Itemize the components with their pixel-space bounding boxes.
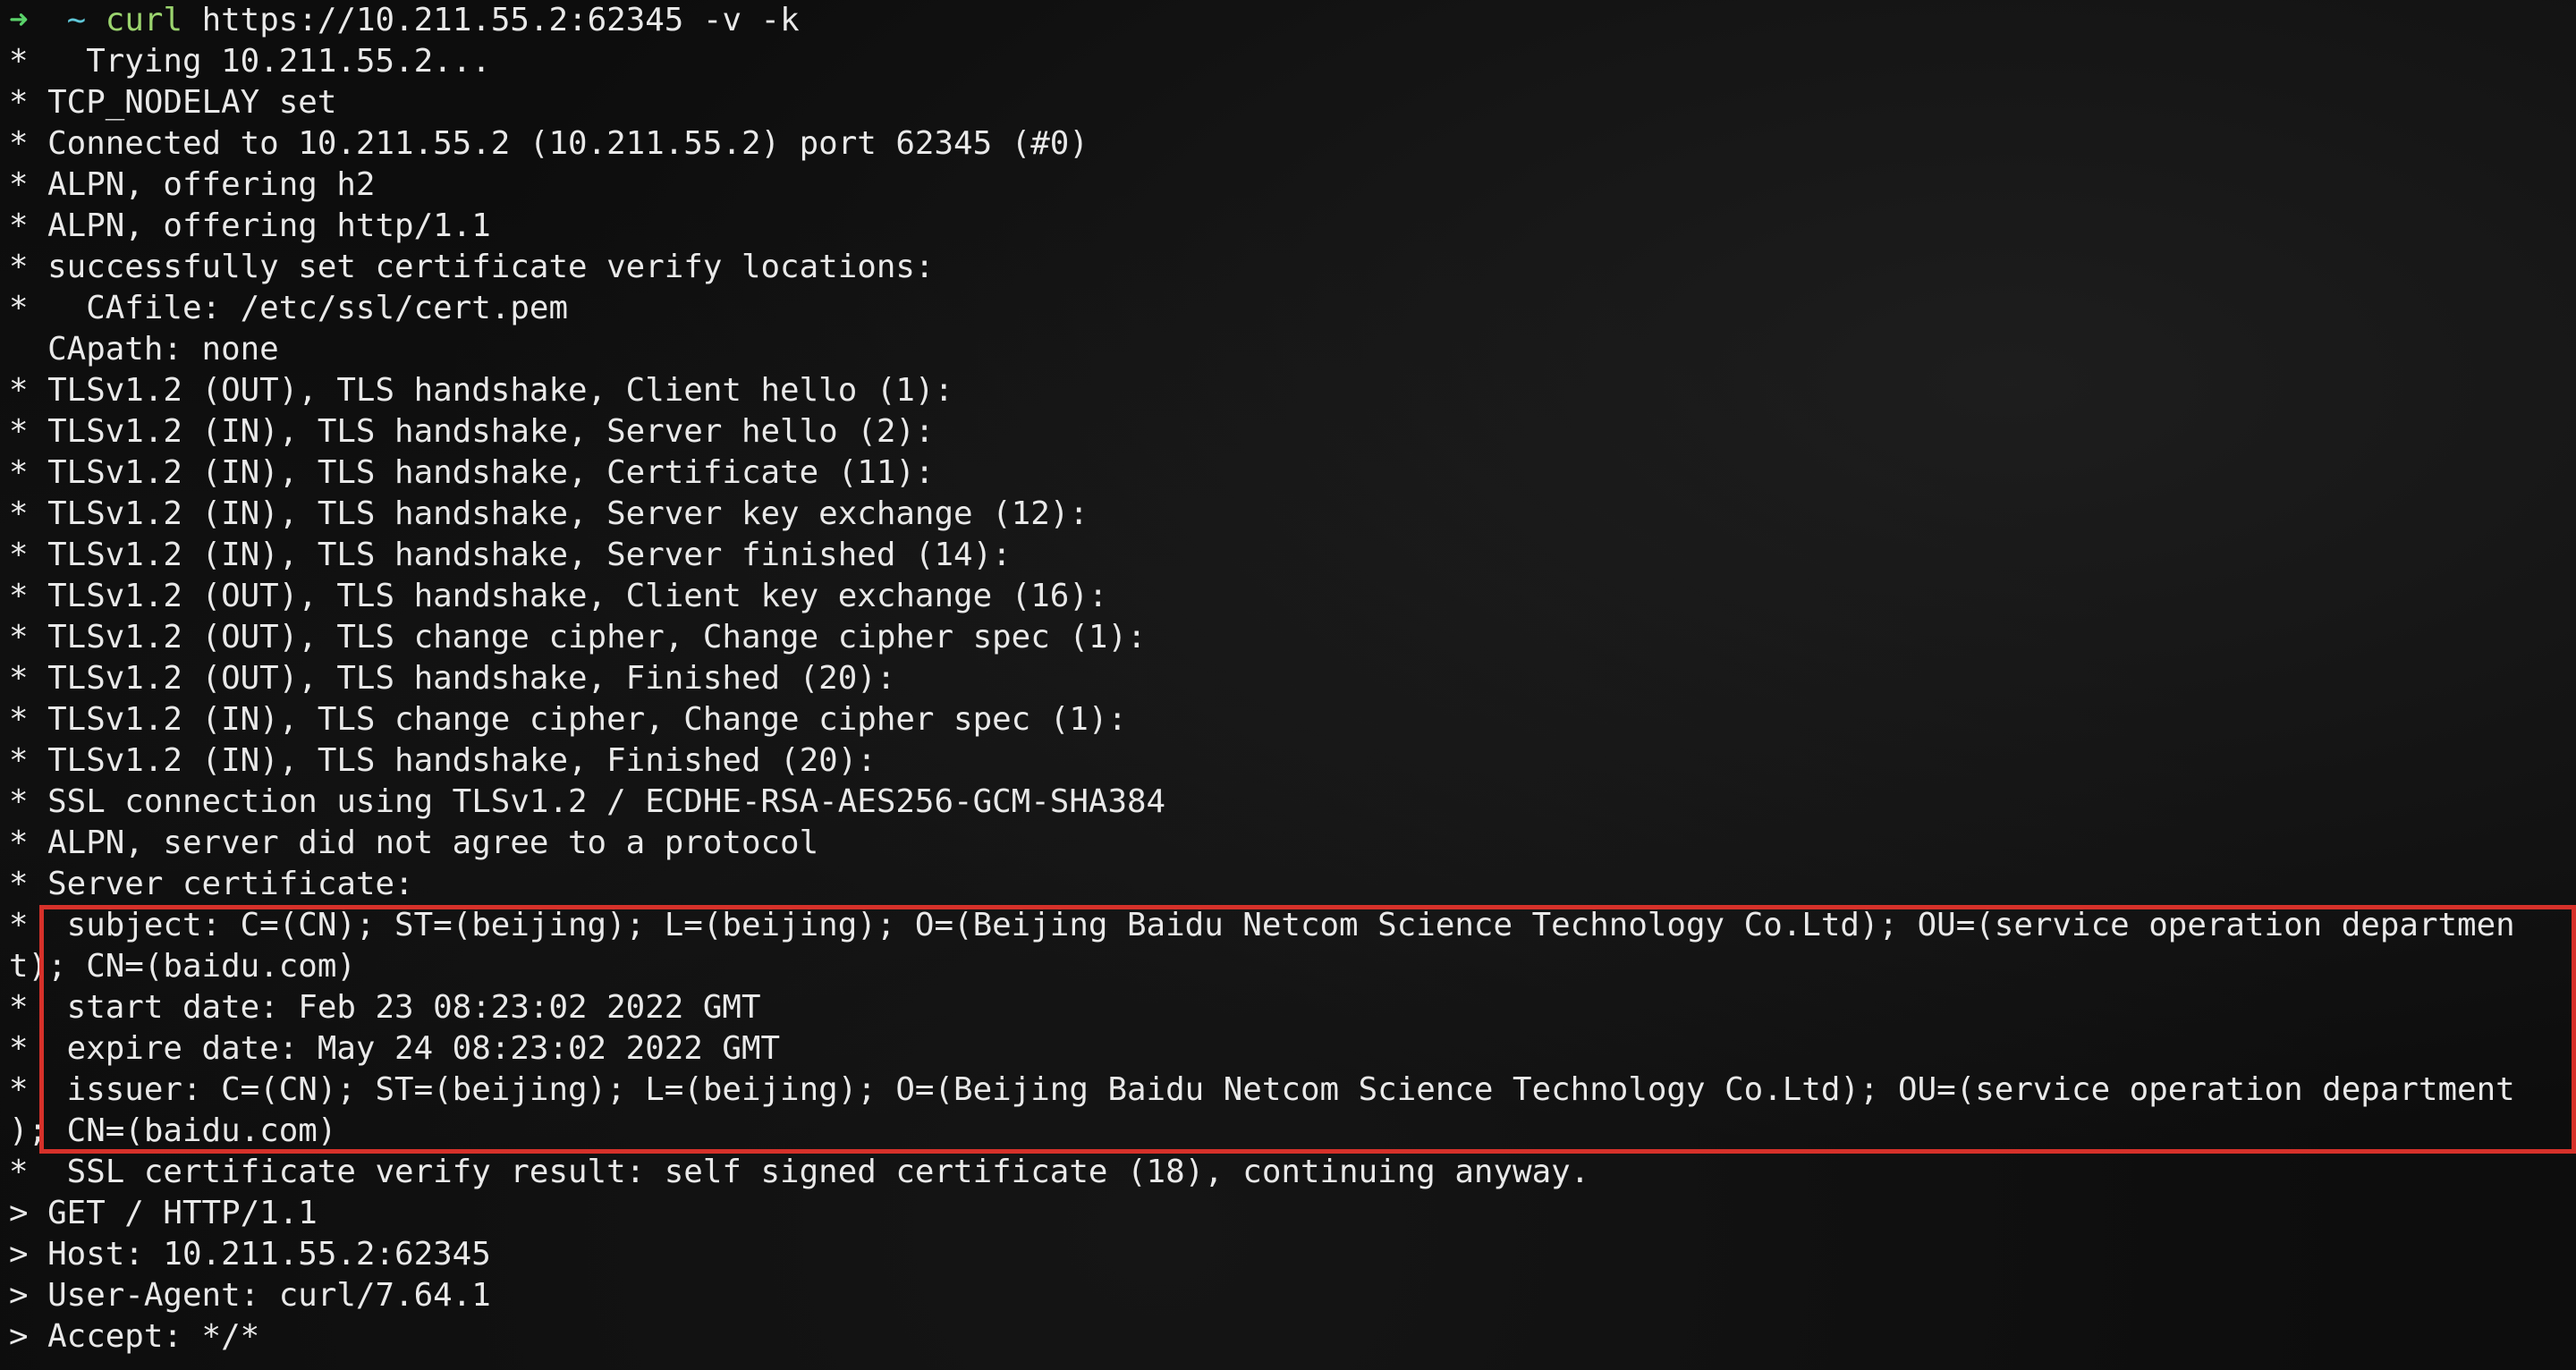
output-line: * TLSv1.2 (OUT), TLS handshake, Client h… bbox=[9, 372, 954, 409]
terminal-window[interactable]: ➜ ~ curl https://10.211.55.2:62345 -v -k… bbox=[0, 0, 2576, 1370]
command-program: curl bbox=[105, 2, 183, 38]
output-line: * TLSv1.2 (OUT), TLS change cipher, Chan… bbox=[9, 619, 1147, 655]
output-line: * CAfile: /etc/ssl/cert.pem bbox=[9, 290, 568, 326]
output-line: * TLSv1.2 (IN), TLS handshake, Server ke… bbox=[9, 495, 1089, 532]
output-line: * TLSv1.2 (OUT), TLS handshake, Finished… bbox=[9, 660, 896, 697]
output-line: * ALPN, offering http/1.1 bbox=[9, 207, 491, 244]
output-line: * TLSv1.2 (IN), TLS handshake, Server fi… bbox=[9, 537, 1012, 573]
output-line: * successfully set certificate verify lo… bbox=[9, 249, 935, 285]
output-line: * TLSv1.2 (IN), TLS handshake, Certifica… bbox=[9, 454, 935, 491]
output-line: * TLSv1.2 (IN), TLS handshake, Server he… bbox=[9, 413, 935, 450]
prompt-line: ➜ ~ curl https://10.211.55.2:62345 -v -k bbox=[9, 0, 2576, 41]
output-line: * Server certificate: bbox=[9, 866, 414, 902]
output-line: * TLSv1.2 (OUT), TLS handshake, Client k… bbox=[9, 578, 1108, 614]
output-line: * Connected to 10.211.55.2 (10.211.55.2)… bbox=[9, 125, 1089, 162]
output-line: CApath: none bbox=[9, 331, 279, 368]
output-line: * TCP_NODELAY set bbox=[9, 84, 337, 121]
output-line: * start date: Feb 23 08:23:02 2022 GMT bbox=[9, 989, 761, 1026]
output-line: > Host: 10.211.55.2:62345 bbox=[9, 1236, 491, 1273]
prompt-arrow-icon: ➜ bbox=[9, 2, 29, 38]
terminal-output: * Trying 10.211.55.2... * TCP_NODELAY set… bbox=[9, 41, 2576, 1357]
output-line: * subject: C=(CN); ST=(beijing); L=(beij… bbox=[9, 907, 2515, 943]
prompt-cwd: ~ bbox=[66, 2, 87, 38]
output-line: ); CN=(baidu.com) bbox=[9, 1112, 337, 1149]
output-line: * TLSv1.2 (IN), TLS handshake, Finished … bbox=[9, 742, 877, 779]
output-line: * SSL certificate verify result: self si… bbox=[9, 1154, 1590, 1190]
output-line: * expire date: May 24 08:23:02 2022 GMT bbox=[9, 1030, 781, 1067]
output-line: > User-Agent: curl/7.64.1 bbox=[9, 1277, 491, 1314]
output-line: * SSL connection using TLSv1.2 / ECDHE-R… bbox=[9, 783, 1166, 820]
command-args: https://10.211.55.2:62345 -v -k bbox=[182, 2, 800, 38]
output-line: * TLSv1.2 (IN), TLS change cipher, Chang… bbox=[9, 701, 1127, 738]
output-line: * ALPN, server did not agree to a protoc… bbox=[9, 825, 819, 861]
output-line: > Accept: */* bbox=[9, 1318, 260, 1355]
output-line: * ALPN, offering h2 bbox=[9, 166, 376, 203]
output-line: * Trying 10.211.55.2... bbox=[9, 43, 491, 80]
output-line: * issuer: C=(CN); ST=(beijing); L=(beiji… bbox=[9, 1071, 2515, 1108]
output-line: t); CN=(baidu.com) bbox=[9, 948, 356, 985]
output-line: > GET / HTTP/1.1 bbox=[9, 1195, 318, 1231]
